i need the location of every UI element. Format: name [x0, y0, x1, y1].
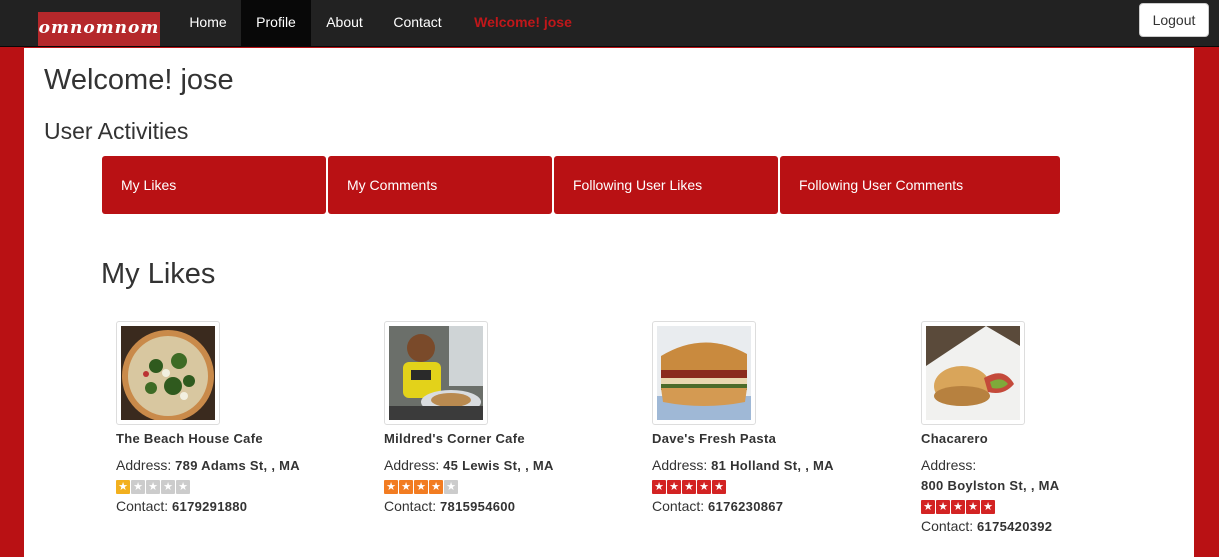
tab-following-user-likes[interactable]: Following User Likes	[554, 156, 778, 214]
nav-welcome-text: Welcome! jose	[474, 14, 572, 30]
star-icon: ★	[966, 500, 980, 514]
star-rating: ★ ★ ★ ★ ★	[384, 480, 624, 494]
nav-profile[interactable]: Profile	[241, 0, 311, 47]
star-icon: ★	[921, 500, 935, 514]
sandwich-image	[657, 326, 751, 420]
star-icon: ★	[682, 480, 696, 494]
star-icon: ★	[936, 500, 950, 514]
place-photo[interactable]	[652, 321, 756, 425]
tab-my-likes[interactable]: My Likes	[102, 156, 326, 214]
list-title: My Likes	[101, 258, 216, 290]
star-icon: ★	[146, 480, 160, 494]
tab-following-user-comments[interactable]: Following User Comments	[780, 156, 1060, 214]
star-icon: ★	[697, 480, 711, 494]
place-card: Chacarero Address: 800 Boylston St, , MA …	[921, 321, 1161, 534]
star-icon: ★	[712, 480, 726, 494]
star-icon: ★	[414, 480, 428, 494]
place-address: Address: 45 Lewis St, , MA	[384, 457, 554, 473]
nav-home[interactable]: Home	[176, 0, 240, 47]
page-title: Welcome! jose	[44, 64, 234, 96]
star-rating: ★ ★ ★ ★ ★	[652, 480, 892, 494]
star-icon: ★	[131, 480, 145, 494]
nav-contact[interactable]: Contact	[378, 0, 457, 47]
star-icon: ★	[384, 480, 398, 494]
diner-photo-image	[389, 326, 483, 420]
place-contact: Contact: 6179291880	[116, 498, 248, 514]
place-name[interactable]: Chacarero	[921, 431, 1161, 446]
section-title: User Activities	[44, 118, 189, 144]
burger-image	[926, 326, 1020, 420]
main-content: Welcome! jose User Activities My Likes M…	[24, 48, 1194, 557]
navbar: omnomnom Home Profile About Contact Welc…	[0, 0, 1219, 47]
star-icon: ★	[652, 480, 666, 494]
star-icon: ★	[429, 480, 443, 494]
place-name[interactable]: The Beach House Cafe	[116, 431, 356, 446]
star-rating: ★ ★ ★ ★ ★	[921, 500, 1161, 514]
place-photo[interactable]	[116, 321, 220, 425]
place-address: Address: 789 Adams St, , MA	[116, 457, 300, 473]
place-address: Address: 81 Holland St, , MA	[652, 457, 834, 473]
star-icon: ★	[444, 480, 458, 494]
place-photo[interactable]	[921, 321, 1025, 425]
nav-about[interactable]: About	[311, 0, 378, 47]
brand-logo[interactable]: omnomnom	[38, 12, 160, 46]
tab-my-comments[interactable]: My Comments	[328, 156, 552, 214]
place-name[interactable]: Dave's Fresh Pasta	[652, 431, 892, 446]
place-address: Address: 800 Boylston St, , MA	[921, 457, 1060, 493]
place-photo[interactable]	[384, 321, 488, 425]
star-icon: ★	[176, 480, 190, 494]
star-icon: ★	[951, 500, 965, 514]
star-icon: ★	[981, 500, 995, 514]
star-icon: ★	[161, 480, 175, 494]
place-card: Mildred's Corner Cafe Address: 45 Lewis …	[384, 321, 624, 514]
star-icon: ★	[399, 480, 413, 494]
place-contact: Contact: 6175420392	[921, 518, 1053, 534]
place-card: Dave's Fresh Pasta Address: 81 Holland S…	[652, 321, 892, 514]
star-icon: ★	[116, 480, 130, 494]
place-contact: Contact: 6176230867	[652, 498, 784, 514]
place-contact: Contact: 7815954600	[384, 498, 516, 514]
place-card: The Beach House Cafe Address: 789 Adams …	[116, 321, 356, 514]
place-name[interactable]: Mildred's Corner Cafe	[384, 431, 624, 446]
star-rating: ★ ★ ★ ★ ★	[116, 480, 356, 494]
pizza-image	[121, 326, 215, 422]
logout-button[interactable]: Logout	[1139, 3, 1209, 37]
star-icon: ★	[667, 480, 681, 494]
